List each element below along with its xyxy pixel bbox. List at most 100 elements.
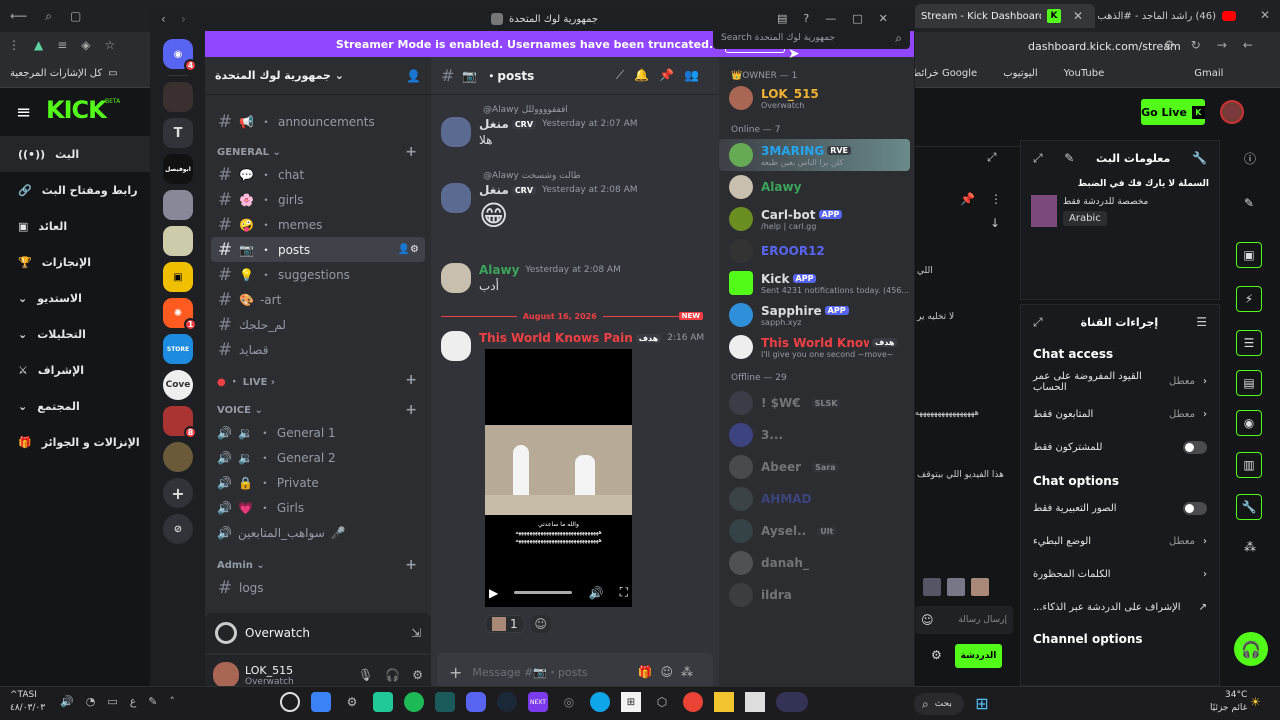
category-general[interactable]: GENERAL ⌄ + xyxy=(205,142,431,162)
forward-icon[interactable]: → xyxy=(1217,38,1227,52)
tab-search-icon[interactable]: ⌕ xyxy=(45,9,52,24)
hamburger-icon[interactable]: ≡ xyxy=(16,102,31,123)
bookmark-maps[interactable]: خرائط Google xyxy=(912,68,977,79)
play-icon[interactable]: ▶ xyxy=(489,586,498,600)
share-icon[interactable]: ⁂ xyxy=(1244,540,1256,554)
member-row[interactable]: 3MARING RVE كلن يرا الناس بعين طبعه xyxy=(719,139,910,171)
settings-app-icon[interactable]: ⚙ xyxy=(342,692,362,712)
add-channel-icon[interactable]: + xyxy=(405,372,417,388)
battery-icon[interactable]: ▭ xyxy=(107,695,117,708)
server-icon[interactable]: Cove xyxy=(163,370,193,400)
member-row[interactable]: Sapphire APP sapph.xyz xyxy=(719,299,914,331)
activity-popout-icon[interactable]: ⇲ xyxy=(411,626,421,640)
member-row[interactable]: Kick APP Sent 4231 notifications today. (4… xyxy=(719,267,914,299)
edge-app-icon[interactable] xyxy=(590,692,610,712)
side-item-drops[interactable]: 🎁 الإنزالات و الجوائز xyxy=(0,424,150,460)
arrow-down-icon[interactable]: ↓ xyxy=(990,216,1000,230)
avatar[interactable] xyxy=(441,117,471,147)
server-icon[interactable]: ▣ xyxy=(163,262,193,292)
back-icon[interactable]: ← xyxy=(1243,38,1253,52)
server-icon[interactable] xyxy=(163,442,193,472)
category-admin[interactable]: Admin ⌄ + xyxy=(205,555,431,575)
support-headset-icon[interactable]: 🎧 xyxy=(1234,632,1268,666)
search-input[interactable]: Search جمهورية لوك المتحدة ⌕ xyxy=(713,27,910,49)
voice-private[interactable]: 🔊 🔒 ・ Private xyxy=(211,470,425,495)
settings-gear-icon[interactable]: ⚙ xyxy=(412,668,423,682)
help-icon[interactable]: ? xyxy=(803,12,809,25)
message-author[interactable]: This World Knows Pain xyxy=(479,331,633,345)
app-icon[interactable] xyxy=(373,692,393,712)
puzzle-icon[interactable]: ◈ xyxy=(81,38,90,52)
windows-start-icon[interactable]: ⊞ xyxy=(972,693,992,713)
tool-button[interactable]: ▣ xyxy=(1236,242,1262,268)
edit-icon[interactable]: ✎ xyxy=(1064,151,1074,165)
bookmark-star-icon[interactable]: ☆ xyxy=(105,38,116,52)
bell-icon[interactable]: 🔔 xyxy=(634,68,659,82)
tab-youtube[interactable]: (46) راشد الماجد - #الذهب (حصر xyxy=(1098,6,1238,26)
mic-icon[interactable]: 🎙 xyxy=(358,668,373,682)
account-age-row[interactable]: القيود المفروضة على عمر الحساب معطل › xyxy=(1021,365,1219,398)
layout-icon[interactable]: ▥ xyxy=(1236,452,1262,478)
member-row[interactable]: ! $W€ SLSK xyxy=(719,387,914,419)
server-icon[interactable] xyxy=(163,226,193,256)
discord-home-icon[interactable]: ◉ 4 xyxy=(163,39,197,72)
go-live-button[interactable]: Go Live K xyxy=(1141,99,1205,125)
message-author[interactable]: Alawy xyxy=(479,263,519,277)
emote[interactable] xyxy=(947,578,965,596)
server-icon[interactable] xyxy=(163,190,193,220)
side-item-stream-key[interactable]: 🔗 رابط ومفتاح البث xyxy=(0,172,150,208)
side-item-community[interactable]: ⌄ المجتمع xyxy=(0,388,150,424)
add-server-icon[interactable]: + xyxy=(163,478,193,508)
taskbar-search[interactable]: ⌕ بحث xyxy=(914,693,964,715)
video-player[interactable]: والله ما ساعدتي هههههههههههههههههههههههه… xyxy=(485,349,632,607)
fullscreen-icon[interactable]: ⛶ xyxy=(620,585,628,600)
member-row[interactable]: Abeer Sara xyxy=(719,451,914,483)
reply-preview[interactable]: @Alawy طالت وشسخت xyxy=(441,171,711,181)
app-icon[interactable] xyxy=(745,692,765,712)
side-item-analytics[interactable]: ⌄ التحليلات xyxy=(0,316,150,352)
subscribers-only-toggle[interactable] xyxy=(1183,441,1207,454)
popout-icon[interactable]: ⤢ xyxy=(987,150,997,165)
popout-icon[interactable]: ⤢ xyxy=(1033,151,1043,166)
slow-mode-row[interactable]: الوضع البطيء معطل › xyxy=(1021,525,1219,558)
explorer-app-icon[interactable] xyxy=(714,692,734,712)
attach-plus-icon[interactable]: + xyxy=(449,663,462,682)
message-author[interactable]: منغل xyxy=(479,183,509,197)
avatar[interactable] xyxy=(441,331,471,361)
more-menu-icon[interactable]: ⋮ xyxy=(8,38,20,52)
language-indicator[interactable]: ع xyxy=(130,695,137,708)
ai-moderation-row[interactable]: ...الإشراف على الدردشة عبر الذكاء ↗ xyxy=(1021,591,1219,624)
stock-widget[interactable]: ^TASI ٤٨/٠٣/٠٣ xyxy=(10,689,45,715)
tune-icon[interactable]: ⚙ xyxy=(1164,38,1175,52)
user-info[interactable]: LOK_515 Overwatch xyxy=(213,662,294,688)
back-icon[interactable]: ‹ xyxy=(161,12,166,26)
server-icon[interactable]: T xyxy=(163,118,193,148)
close-tab-icon[interactable]: ✕ xyxy=(1073,9,1083,23)
side-item-achievements[interactable]: 🏆 الإنجازات xyxy=(0,244,150,280)
activity-panel[interactable]: Overwatch ⇲ xyxy=(205,613,431,653)
channel-chat[interactable]: # 💬 ・ chat xyxy=(211,162,425,187)
server-header[interactable]: جمهورية لوك المتحدة ⌄ 👤 xyxy=(205,57,431,95)
discover-icon[interactable]: ⊘ xyxy=(163,514,193,544)
app-icon[interactable] xyxy=(435,692,455,712)
server-icon[interactable] xyxy=(163,82,193,112)
bolt-icon[interactable]: ⚡ xyxy=(1236,286,1262,312)
tab-window-icon[interactable]: ▢ xyxy=(70,9,81,23)
channel-logs[interactable]: # logs xyxy=(211,575,425,600)
bookmark-gmail[interactable]: Gmail xyxy=(1194,68,1223,79)
bookmark-all[interactable]: كل الإشارات المرجعية xyxy=(10,68,102,79)
spotify-app-icon[interactable] xyxy=(404,692,424,712)
send-chat-button[interactable]: الدردشة xyxy=(955,644,1002,668)
channel-posts[interactable]: # 📷 ・ posts 👤⚙ xyxy=(211,237,425,262)
pencil-icon[interactable]: ✎ xyxy=(1244,196,1254,210)
member-row[interactable]: danah_ xyxy=(719,547,914,579)
pen-icon[interactable]: ✎ xyxy=(148,695,157,708)
wifi-icon[interactable]: ◔ xyxy=(86,695,96,708)
bookmark-youtube-ar[interactable]: اليوتيوب xyxy=(1003,68,1037,79)
message-author[interactable]: منغل xyxy=(479,117,509,131)
voice-followers[interactable]: 🔊 سواهب_المتابعين 🎤 xyxy=(211,520,425,545)
pin-icon[interactable]: 📌 xyxy=(960,192,975,206)
wrench-icon[interactable]: 🔧 xyxy=(1236,494,1262,520)
reaction-pill[interactable]: 1 xyxy=(485,615,525,633)
channel-memes[interactable]: # 🤪 ・ memes xyxy=(211,212,425,237)
